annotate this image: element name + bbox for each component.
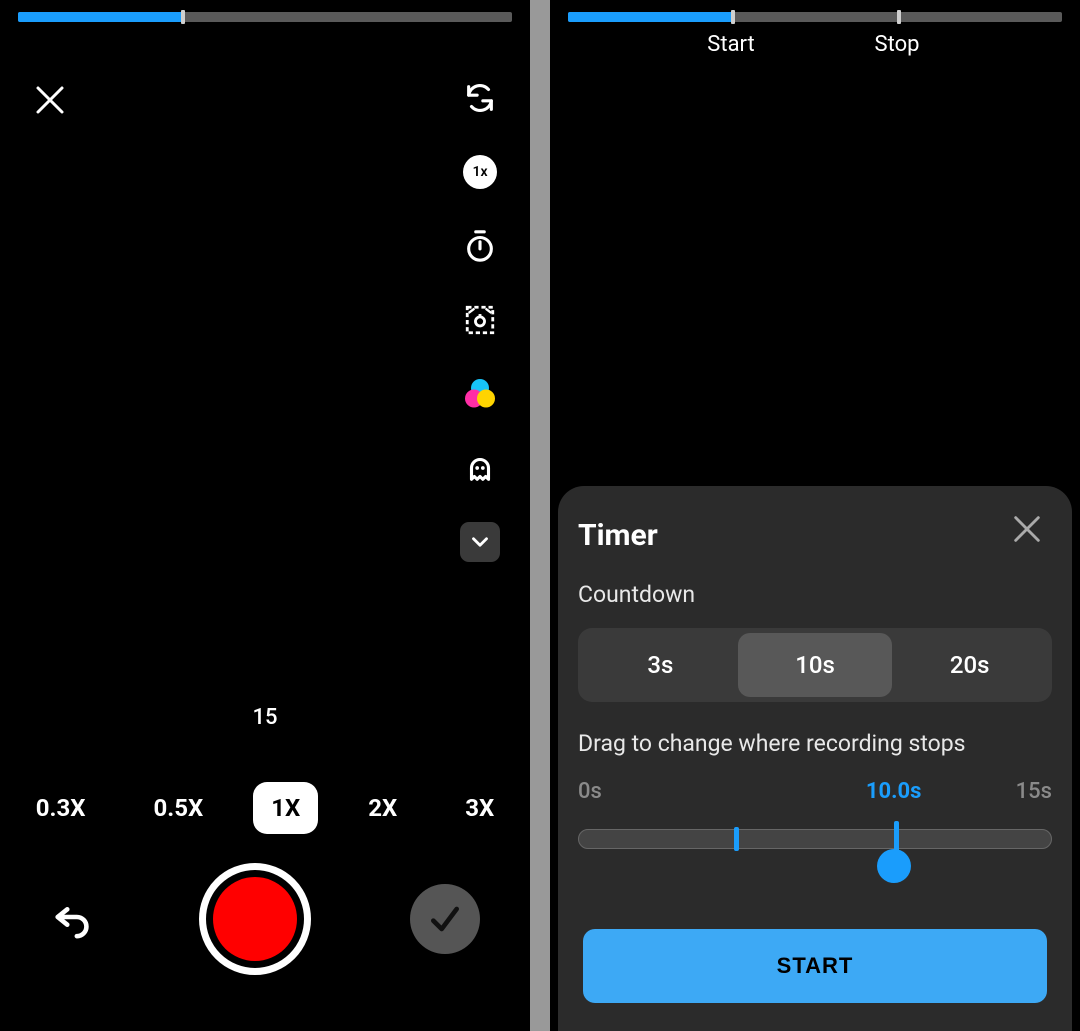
effects-icon [463,303,497,337]
timer-screen: Start Stop Timer Countdown 3s 10s 20s Dr… [550,0,1080,1031]
zoom-option[interactable]: 0.3X [18,782,104,834]
side-toolbar: 1x [460,78,500,562]
slider-thumb[interactable] [877,849,911,883]
zoom-option[interactable]: 2X [350,782,415,834]
recording-progress-fill [18,12,181,22]
slider-track [578,829,1052,849]
recording-progress-fill [568,12,731,22]
countdown-option[interactable]: 20s [892,633,1047,697]
chevron-down-icon [467,529,493,555]
close-button[interactable] [32,82,72,122]
countdown-label: Countdown [578,581,1052,608]
start-tick [731,10,735,24]
scale-max: 15s [1016,779,1052,804]
undo-button[interactable] [50,894,100,944]
stop-slider[interactable] [578,821,1052,881]
close-icon [32,82,68,118]
speed-button[interactable]: 1x [460,152,500,192]
slider-start-tick [734,827,739,851]
start-button[interactable]: START [583,929,1047,1003]
drag-hint: Drag to change where recording stops [578,730,1052,757]
scale-min: 0s [578,779,602,804]
flip-camera-button[interactable] [460,78,500,118]
recording-progress-track [568,12,1062,22]
filters-button[interactable] [460,374,500,414]
progress-tick [181,10,185,24]
sheet-close-button[interactable] [1010,512,1048,550]
zoom-option[interactable]: 0.5X [135,782,221,834]
sheet-title: Timer [578,518,1052,553]
timer-icon [463,229,497,263]
flip-camera-icon [463,81,497,115]
checkmark-icon [425,899,465,939]
remaining-duration: 15 [252,705,277,730]
speed-badge: 1x [463,155,497,189]
confirm-button[interactable] [410,884,480,954]
camera-screen: 1x [0,0,530,1031]
ghost-icon [463,451,497,485]
timer-sheet: Timer Countdown 3s 10s 20s Drag to chang… [558,486,1072,1031]
stop-marker-label: Stop [875,32,920,57]
start-marker-label: Start [707,32,754,57]
record-button[interactable] [199,863,311,975]
countdown-segmented: 3s 10s 20s [578,628,1052,702]
countdown-option[interactable]: 3s [583,633,738,697]
filters-icon [462,376,498,412]
scale-value: 10.0s [866,779,922,804]
zoom-option[interactable]: 3X [447,782,512,834]
zoom-levels: 0.3X 0.5X 1X 2X 3X [0,782,530,834]
zoom-option[interactable]: 1X [253,782,318,834]
record-icon [213,877,297,961]
slider-scale: 0s 10.0s 15s [578,779,1052,809]
bottom-controls [0,863,530,975]
close-icon [1010,512,1044,546]
recording-progress-track [18,12,512,22]
undo-icon [50,894,96,940]
timer-button[interactable] [460,226,500,266]
stop-tick [897,10,901,24]
ghost-button[interactable] [460,448,500,488]
countdown-option[interactable]: 10s [738,633,893,697]
effects-button[interactable] [460,300,500,340]
more-tools-button[interactable] [460,522,500,562]
